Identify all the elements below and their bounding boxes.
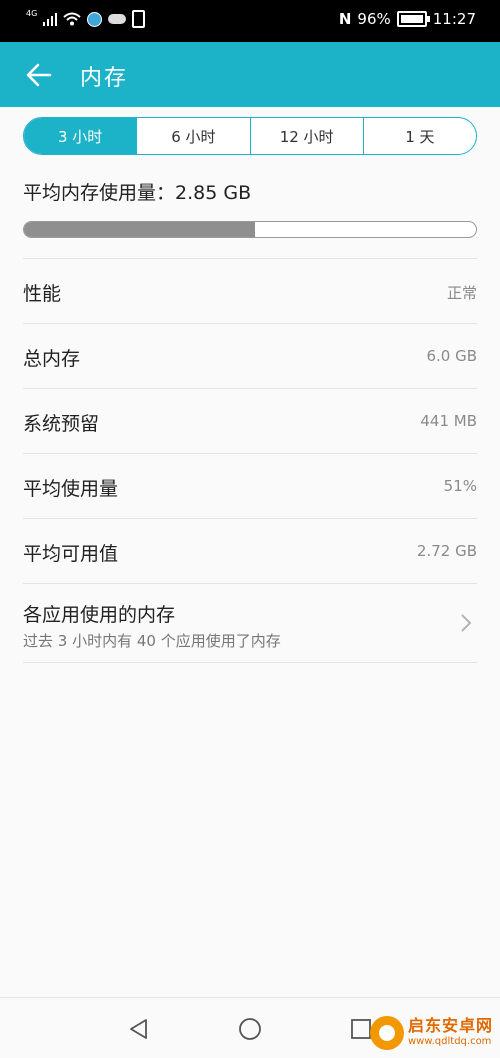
tab-6-hours[interactable]: 6 小时 (136, 118, 249, 154)
app-bar: 内存 (0, 42, 500, 107)
watermark: 启东安卓网 www.qdltdq.com (370, 1012, 495, 1054)
row-value: 正常 (446, 284, 477, 302)
status-right: N 96% 11:27 (339, 10, 476, 28)
row-label: 平均可用值 (23, 543, 119, 565)
battery-icon (396, 11, 430, 27)
row-label: 性能 (23, 283, 62, 305)
row-total-memory: 总内存 6.0 GB (23, 323, 477, 388)
app-memory-usage-item[interactable]: 各应用使用的内存 过去 3 小时内有 40 个应用使用了内存 (23, 583, 477, 663)
row-average-usage: 平均使用量 51% (23, 453, 477, 518)
tab-1-day[interactable]: 1 天 (362, 118, 476, 154)
row-average-available: 平均可用值 2.72 GB (23, 518, 477, 583)
page-title: 内存 (80, 66, 129, 91)
usage-progress-bar (23, 221, 477, 238)
row-value: 441 MB (420, 412, 477, 430)
usage-progress-fill (24, 222, 255, 237)
status-left: 4G (26, 8, 146, 28)
signal-icon (43, 12, 58, 26)
charging-notice-icon (132, 10, 146, 28)
chevron-right-icon (461, 614, 472, 632)
circle-home-icon[interactable] (237, 1016, 263, 1042)
row-performance: 性能 正常 (23, 258, 477, 323)
row-label: 总内存 (23, 348, 81, 370)
nfc-icon: N (338, 10, 352, 28)
row-system-reserved: 系统预留 441 MB (23, 388, 477, 453)
triangle-back-icon[interactable] (126, 1016, 152, 1042)
network-type: 4G (26, 8, 38, 18)
watermark-logo-icon (370, 1016, 404, 1050)
time-range-selector: 3 小时 6 小时 12 小时 1 天 (23, 117, 477, 155)
row-value: 6.0 GB (426, 347, 477, 365)
row-label: 平均使用量 (23, 478, 119, 500)
arrow-left-icon[interactable] (22, 58, 56, 92)
cloud-icon (108, 14, 127, 24)
telegram-icon (87, 11, 103, 27)
clock: 11:27 (432, 10, 476, 28)
tab-3-hours[interactable]: 3 小时 (24, 118, 137, 154)
watermark-name: 启东安卓网 (408, 1016, 494, 1035)
row-title: 各应用使用的内存 (23, 604, 176, 626)
battery-percent: 96% (357, 10, 391, 28)
row-value: 2.72 GB (416, 542, 477, 560)
row-value: 51% (443, 477, 477, 495)
status-bar: 4G N 96% 11:27 (0, 0, 500, 42)
average-usage-label: 平均内存使用量：2.85 GB (23, 182, 252, 204)
wifi-icon (63, 12, 81, 26)
watermark-url: www.qdltdq.com (408, 1036, 492, 1047)
tab-12-hours[interactable]: 12 小时 (249, 118, 363, 154)
row-subtitle: 过去 3 小时内有 40 个应用使用了内存 (23, 632, 281, 650)
row-label: 系统预留 (23, 413, 100, 435)
